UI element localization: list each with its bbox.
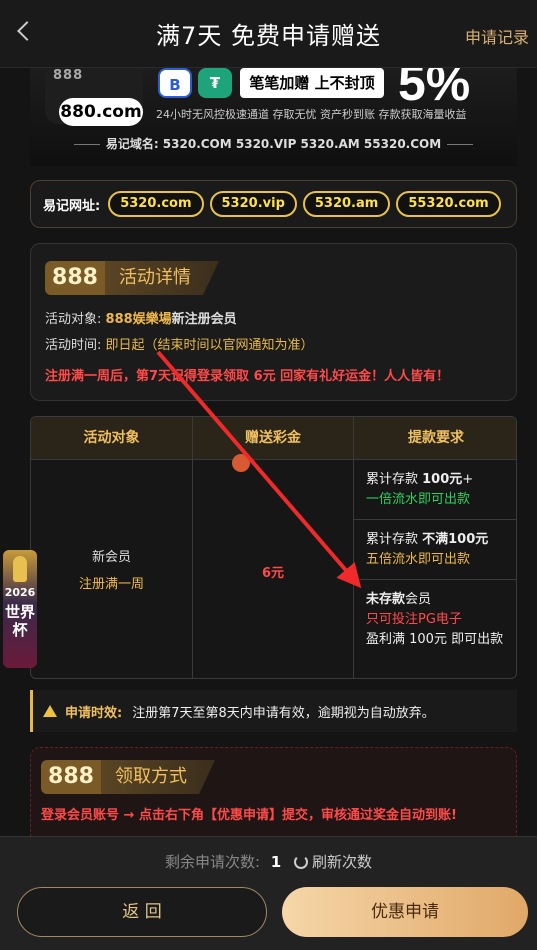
url-label: 易记网址:	[43, 198, 101, 214]
url-pill[interactable]: 5320.am	[302, 191, 391, 217]
req-condition: 五倍流水即可出款	[366, 552, 471, 567]
table-header: 提款要求	[354, 417, 516, 460]
section-badge: 888 活动详情	[45, 261, 219, 295]
banner-subtitle: 24小时无风控极速通道 存取无忧 资产秒到账 存款获取海量收益	[156, 108, 467, 121]
table-header: 活动对象	[31, 417, 193, 460]
time-value: 即日起（结束时间以官网通知为准）	[105, 338, 314, 353]
time-label: 活动时间:	[45, 338, 102, 353]
world-cup-float[interactable]: 2026 世界杯	[3, 550, 37, 668]
req-condition: 一倍流水即可出款	[366, 492, 471, 507]
watermark-icon	[232, 454, 250, 472]
refresh-button[interactable]: 刷新次数	[294, 853, 372, 871]
warning-icon	[43, 705, 57, 717]
bonus-cell: 6元	[193, 460, 354, 678]
target-cell: 新会员 注册满一周	[31, 460, 193, 678]
content-scroll[interactable]: 888 880.com B ₮ 笔笔加赠 上不封顶 5% 24小时无风控极速通道…	[0, 68, 537, 836]
refresh-label: 刷新次数	[312, 853, 373, 871]
notice-text: 注册第7天至第8天内申请有效，逾期视为自动放弃。	[132, 705, 435, 721]
claim-text: 登录会员账号 → 点击右下角【优惠申请】提交，审核通过奖金自动到账!	[41, 808, 457, 823]
claim-method: 888 领取方式 登录会员账号 → 点击右下角【优惠申请】提交，审核通过奖金自动…	[30, 747, 517, 836]
deadline-notice: 申请时效: 注册第7天至第8天内申请有效，逾期视为自动放弃。	[30, 690, 517, 732]
badge-label: 活动详情	[105, 261, 219, 295]
logo-top-text: 888	[53, 68, 84, 83]
remaining-count: 剩余申请次数: 1 刷新次数	[0, 851, 537, 872]
req-text: 会员	[405, 592, 432, 607]
target-value: 新注册会员	[171, 312, 237, 327]
rules-table: 活动对象 赠送彩金 提款要求 新会员 注册满一周 6元 累计存款 100元+ 一…	[30, 416, 517, 679]
float-year: 2026	[4, 586, 36, 599]
remaining-label: 剩余申请次数:	[164, 853, 261, 871]
url-bar: 易记网址: 5320.com 5320.vip 5320.am 55320.co…	[30, 180, 517, 228]
bitcoin-icon: B	[158, 68, 192, 98]
req-amount: 100元	[422, 472, 463, 487]
requirement-cell: 未存款会员 只可投注PG电子 盈利满 100元 即可出款	[354, 580, 516, 678]
table-header: 赠送彩金	[193, 417, 354, 460]
url-pill[interactable]: 55320.com	[396, 191, 501, 217]
activity-details: 888 活动详情 活动对象: 888娱樂場新注册会员 活动时间: 即日起（结束时…	[30, 243, 517, 401]
requirement-cell: 累计存款 不满100元 五倍流水即可出款	[354, 520, 516, 580]
notice-label: 申请时效:	[65, 705, 123, 721]
refresh-icon	[294, 855, 309, 869]
brand-logo: 888 880.com	[45, 68, 143, 126]
req-text: 累计存款	[366, 472, 423, 487]
remaining-number: 1	[270, 853, 282, 871]
badge-label: 领取方式	[101, 760, 215, 794]
req-amount: 不满100元	[422, 532, 489, 547]
banner-domains: 易记域名: 5320.COM 5320.VIP 5320.AM 55320.CO…	[30, 135, 517, 152]
req-condition: 只可投注PG电子	[366, 612, 462, 627]
badge-number: 888	[41, 760, 101, 794]
req-condition: 盈利满 100元 即可出款	[366, 632, 504, 647]
url-pill[interactable]: 5320.vip	[209, 191, 297, 217]
target-line1: 新会员	[91, 550, 131, 565]
page-title: 满7天 免费申请赠送	[156, 22, 381, 50]
apply-button[interactable]: 优惠申请	[282, 887, 528, 937]
highlight-line: 注册满一周后，第7天记得登录领取 6元 回家有礼好运金！人人皆有！	[45, 369, 450, 384]
tether-icon: ₮	[198, 68, 232, 98]
req-plus: +	[462, 472, 474, 487]
float-label: 世界杯	[4, 603, 35, 639]
watermark-logo	[232, 454, 250, 472]
badge-number: 888	[45, 261, 105, 295]
back-button[interactable]: 返 回	[17, 887, 267, 937]
bottom-bar: 剩余申请次数: 1 刷新次数 返 回 优惠申请	[0, 836, 537, 950]
target-brand: 888娱樂場	[105, 312, 172, 327]
req-text: 未存款	[366, 592, 406, 607]
back-icon[interactable]	[17, 21, 37, 41]
page-header: 满7天 免费申请赠送 申请记录	[0, 0, 537, 68]
target-line2: 注册满一周	[78, 577, 144, 592]
req-text: 累计存款	[366, 532, 423, 547]
target-label: 活动对象:	[45, 312, 102, 327]
logo-domain: 880.com	[59, 98, 143, 126]
url-pill[interactable]: 5320.com	[108, 191, 204, 217]
app-root: 满7天 免费申请赠送 申请记录 888 880.com B ₮ 笔笔加赠 上不封…	[0, 0, 537, 950]
time-line: 活动时间: 即日起（结束时间以官网通知为准）	[45, 334, 314, 353]
banner-slogan: 笔笔加赠 上不封顶	[240, 68, 384, 98]
apply-record-link[interactable]: 申请记录	[465, 24, 529, 48]
trophy-icon	[13, 556, 27, 582]
target-line: 活动对象: 888娱樂場新注册会员	[45, 308, 237, 327]
promo-banner: 888 880.com B ₮ 笔笔加赠 上不封顶 5% 24小时无风控极速通道…	[30, 68, 517, 166]
section-badge: 888 领取方式	[41, 760, 215, 794]
requirement-cell: 累计存款 100元+ 一倍流水即可出款	[354, 460, 516, 520]
